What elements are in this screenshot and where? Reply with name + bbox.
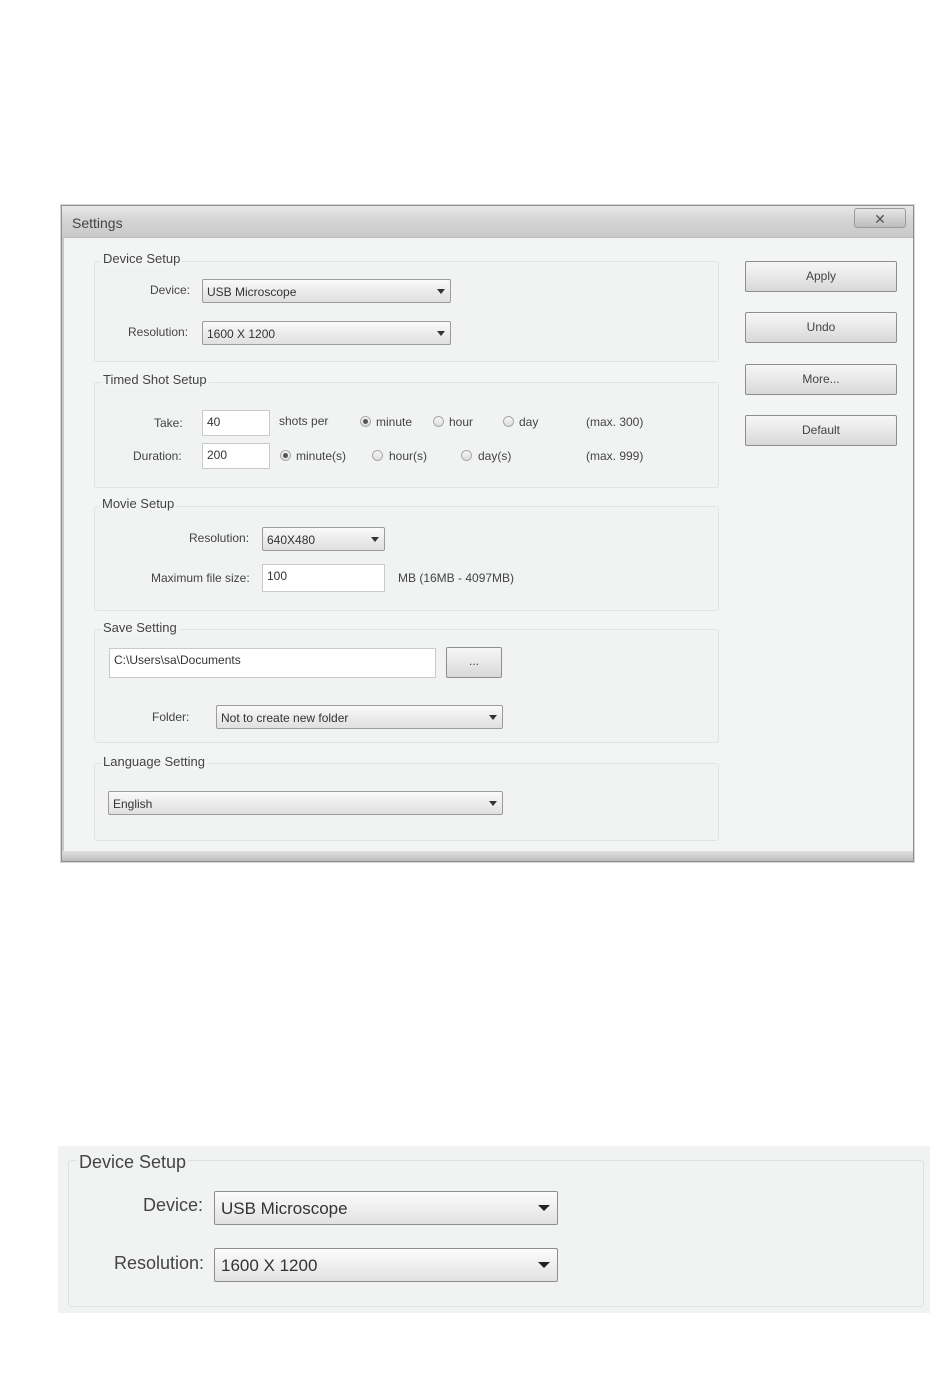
device-setup-zoom-panel: Device Setup Device: USB Microscope Reso… [58, 1146, 930, 1313]
chevron-down-icon [371, 537, 379, 542]
zoom-device-select[interactable]: USB Microscope [214, 1191, 558, 1225]
window-bottom-border [62, 851, 913, 861]
device-setup-group [94, 261, 719, 362]
device-setup-zoom-group [68, 1160, 924, 1307]
chevron-down-icon [538, 1205, 550, 1211]
radio-minute-label: minute [376, 415, 413, 429]
zoom-device-label: Device: [143, 1195, 204, 1215]
chevron-down-icon [437, 289, 445, 294]
apply-button[interactable]: Apply [745, 261, 897, 292]
folder-select-value: Not to create new folder [221, 711, 349, 725]
radio-minute[interactable] [360, 416, 371, 427]
radio-minutes[interactable] [280, 450, 291, 461]
chevron-down-icon [437, 331, 445, 336]
movie-resolution-select[interactable]: 640X480 [262, 527, 385, 551]
close-icon: ✕ [874, 211, 886, 227]
radio-hours[interactable] [372, 450, 383, 461]
resolution-select-value: 1600 X 1200 [207, 327, 276, 341]
device-setup-zoom-title: Device Setup [77, 1152, 189, 1173]
shots-per-label: shots per [279, 414, 329, 428]
chevron-down-icon [489, 801, 497, 806]
movie-resolution-value: 640X480 [267, 533, 316, 547]
max-file-size-input[interactable]: 100 [262, 564, 385, 592]
chevron-down-icon [538, 1262, 550, 1268]
device-select[interactable]: USB Microscope [202, 279, 451, 303]
zoom-resolution-value: 1600 X 1200 [221, 1256, 318, 1275]
undo-button[interactable]: Undo [745, 312, 897, 343]
save-setting-title: Save Setting [101, 620, 179, 635]
take-input[interactable]: 40 [202, 410, 270, 436]
max-file-size-hint: MB (16MB - 4097MB) [398, 571, 515, 585]
settings-dialog: Settings ✕ Device Setup Device: USB Micr… [61, 205, 914, 862]
movie-setup-group [94, 506, 719, 611]
more-button[interactable]: More... [745, 364, 897, 395]
radio-day[interactable] [503, 416, 514, 427]
radio-hours-label: hour(s) [389, 449, 428, 463]
take-label: Take: [154, 416, 183, 430]
resolution-label: Resolution: [128, 325, 189, 339]
radio-days[interactable] [461, 450, 472, 461]
chevron-down-icon [489, 715, 497, 720]
timed-shot-group [94, 382, 719, 488]
device-select-value: USB Microscope [207, 285, 297, 299]
take-max-hint: (max. 300) [586, 415, 644, 429]
radio-minutes-label: minute(s) [296, 449, 347, 463]
window-title: Settings [72, 215, 123, 231]
folder-label: Folder: [152, 710, 190, 724]
radio-days-label: day(s) [478, 449, 512, 463]
radio-hour-label: hour [449, 415, 474, 429]
device-label: Device: [150, 283, 191, 297]
language-select-value: English [113, 797, 153, 811]
max-file-size-label: Maximum file size: [151, 571, 250, 585]
movie-resolution-label: Resolution: [189, 531, 250, 545]
title-bar[interactable]: Settings ✕ [62, 206, 913, 238]
language-setting-title: Language Setting [101, 754, 207, 769]
device-setup-title: Device Setup [101, 251, 183, 266]
radio-day-label: day [519, 415, 539, 429]
duration-input[interactable]: 200 [202, 443, 270, 469]
default-button[interactable]: Default [745, 415, 897, 446]
folder-select[interactable]: Not to create new folder [216, 705, 503, 729]
zoom-device-value: USB Microscope [221, 1199, 348, 1218]
timed-shot-title: Timed Shot Setup [101, 372, 209, 387]
movie-setup-title: Movie Setup [100, 496, 177, 511]
duration-label: Duration: [133, 449, 182, 463]
zoom-resolution-label: Resolution: [114, 1253, 205, 1273]
language-select[interactable]: English [108, 791, 503, 815]
save-path-input[interactable]: C:\Users\sa\Documents [109, 648, 436, 678]
duration-max-hint: (max. 999) [586, 449, 644, 463]
radio-hour[interactable] [433, 416, 444, 427]
close-button[interactable]: ✕ [854, 208, 906, 228]
resolution-select[interactable]: 1600 X 1200 [202, 321, 451, 345]
browse-button[interactable]: ... [446, 647, 502, 678]
zoom-resolution-select[interactable]: 1600 X 1200 [214, 1248, 558, 1282]
